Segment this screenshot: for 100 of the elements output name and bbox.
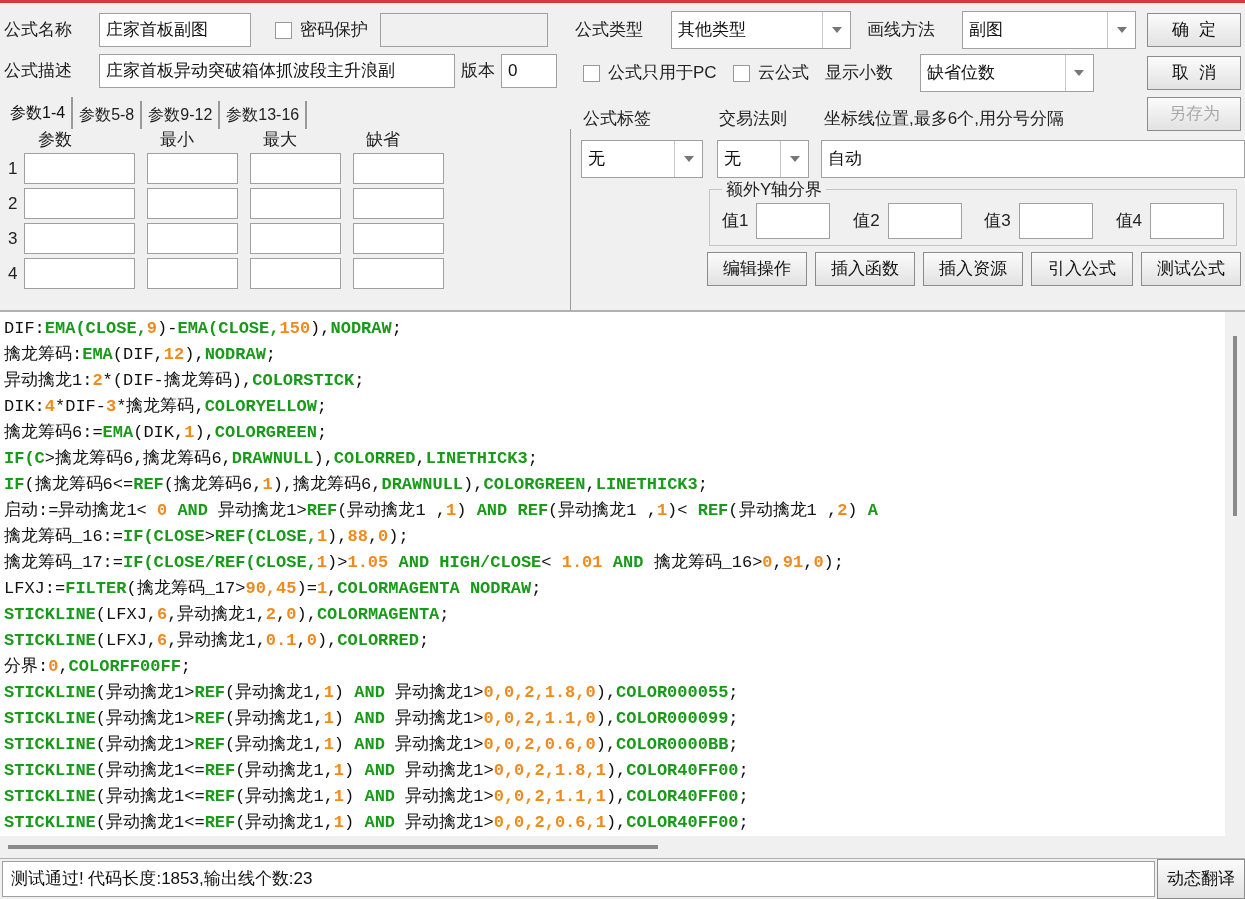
caret-icon [789, 156, 800, 162]
code-line: STICKLINE(异动擒龙1<=REF(异动擒龙1,1) AND 异动擒龙1>0,0,2,1.8,1),COLOR40FF00; [4, 760, 749, 782]
input-field[interactable]: 0 [501, 54, 557, 88]
dropdown[interactable]: 其他类型 [671, 11, 851, 49]
code-line: STICKLINE(异动擒龙1<=REF(异动擒龙1,1) AND 异动擒龙1>0,0,2,1.1,1),COLOR40FF00; [4, 786, 749, 808]
field-label: 画线方法 [867, 19, 936, 42]
horizontal-scrollbar[interactable] [0, 836, 1245, 858]
field-label: 值1 [722, 209, 749, 232]
code-line: DIF:EMA(CLOSE,9)-EMA(CLOSE,150),NODRAW; [4, 318, 402, 340]
field-label: 公式类型 [575, 19, 644, 42]
input-field[interactable] [353, 188, 444, 219]
input-field[interactable] [147, 153, 238, 184]
caret-icon [831, 27, 842, 33]
code-line: 擒龙筹码:EMA(DIF,12),NODRAW; [4, 344, 277, 366]
input-field[interactable] [1150, 202, 1224, 239]
row-number: 1 [8, 157, 19, 180]
input-field[interactable]: 自动 [821, 140, 1245, 178]
vertical-scrollbar[interactable] [1225, 312, 1245, 836]
column-header: 最小 [160, 129, 195, 151]
row-number: 3 [8, 227, 19, 250]
field-label: 密码保护 [300, 19, 368, 42]
dropdown[interactable]: 无 [717, 140, 809, 178]
code-line: STICKLINE(LFXJ,6,异动擒龙1,0.1,0),COLORRED; [4, 630, 430, 652]
field-label: 交易法则 [719, 107, 788, 130]
column-header: 缺省 [366, 129, 401, 151]
code-line: STICKLINE(异动擒龙1<=REF(异动擒龙1,1) AND 异动擒龙1>0,0,2,0.6,1),COLOR40FF00; [4, 812, 749, 834]
field-label: 值3 [984, 209, 1011, 232]
field-label: 坐标线位置,最多6个,用分号分隔 [824, 107, 1064, 130]
checkbox[interactable] [275, 21, 292, 39]
field-label: 显示小数 [824, 62, 894, 85]
input-field[interactable] [147, 188, 238, 219]
tab[interactable]: 参数13-16 [220, 101, 308, 129]
button[interactable]: 测试公式 [1141, 251, 1241, 286]
caret-icon [683, 156, 694, 162]
group-title: 额外Y轴分界 [725, 179, 824, 201]
code-line: 启动:=异动擒龙1< 0 AND 异动擒龙1>REF(异动擒龙1 ,1) AND REF(异动擒龙1 ,1)< REF(异动擒龙1 ,2) A [4, 499, 878, 522]
button[interactable]: 确 定 [1147, 13, 1241, 47]
field-label: 云公式 [757, 62, 809, 85]
field-label: 公式标签 [583, 107, 652, 130]
field-label: 公式只用于PC [608, 62, 717, 85]
field-label: 版本 [461, 60, 495, 83]
code-line: IF(C>擒龙筹码6,擒龙筹码6,DRAWNULL),COLORRED,LINETHICK3; [4, 448, 538, 470]
input-field[interactable] [250, 223, 341, 254]
caret-icon [1116, 27, 1127, 33]
caret-icon [1074, 70, 1085, 76]
code-line: 擒龙筹码_17:=IF(CLOSE/REF(CLOSE,1)>1.05 AND HIGH/CLOSE< 1.01 AND 擒龙筹码_16>0,91,0); [4, 552, 844, 574]
code-line: STICKLINE(异动擒龙1>REF(异动擒龙1,1) AND 异动擒龙1>0,0,2,1.1,0),COLOR000099; [4, 708, 739, 730]
tab[interactable]: 参数5-8 [73, 101, 143, 129]
status-message: 测试通过! 代码长度:1853,输出线个数:23 [2, 861, 1155, 897]
button[interactable]: 插入函数 [815, 251, 915, 286]
input-field[interactable] [147, 223, 238, 254]
checkbox[interactable] [583, 64, 600, 82]
code-line: 擒龙筹码_16:=IF(CLOSE>REF(CLOSE,1),88,0); [4, 526, 409, 548]
field-label: 值2 [853, 209, 880, 232]
input-field[interactable] [353, 153, 444, 184]
input-field[interactable]: 庄家首板副图 [99, 13, 251, 47]
input-field[interactable] [353, 223, 444, 254]
button[interactable]: 插入资源 [923, 251, 1023, 286]
input-field[interactable] [250, 258, 341, 289]
tab[interactable]: 参数9-12 [142, 101, 221, 129]
code-line: STICKLINE(异动擒龙1>REF(异动擒龙1,1) AND 异动擒龙1>0,0,2,1.8,0),COLOR000055; [4, 682, 739, 704]
input-field[interactable] [24, 258, 135, 289]
button[interactable]: 引入公式 [1031, 251, 1133, 286]
input-field[interactable] [24, 223, 135, 254]
field-label: 公式描述 [4, 60, 73, 83]
row-number: 2 [8, 192, 19, 215]
code-line: IF(擒龙筹码6<=REF(擒龙筹码6,1),擒龙筹码6,DRAWNULL),COLORGREEN,LINETHICK3; [4, 474, 708, 496]
row-number: 4 [8, 262, 19, 285]
code-editor[interactable] [0, 310, 1245, 858]
code-line: STICKLINE(LFXJ,6,异动擒龙1,2,0),COLORMAGENTA; [4, 604, 450, 626]
code-line: DIK:4*DIF-3*擒龙筹码,COLORYELLOW; [4, 396, 328, 418]
input-field[interactable] [250, 188, 341, 219]
column-header: 参数 [38, 129, 73, 151]
input-field[interactable] [1018, 202, 1093, 239]
field-label: 公式名称 [4, 19, 73, 42]
input-field[interactable] [353, 258, 444, 289]
code-line: STICKLINE(异动擒龙1>REF(异动擒龙1,1) AND 异动擒龙1>0,0,2,0.6,0),COLOR0000BB; [4, 734, 739, 756]
input-field[interactable] [250, 153, 341, 184]
input-field[interactable]: 庄家首板异动突破箱体抓波段主升浪副 [99, 54, 455, 88]
dropdown[interactable]: 无 [581, 140, 703, 178]
input-field[interactable] [24, 188, 135, 219]
code-line: 分界:0,COLORFF00FF; [4, 656, 192, 678]
button[interactable]: 动态翻译 [1157, 859, 1245, 899]
scrollbar-thumb[interactable] [8, 845, 658, 849]
button[interactable]: 取 消 [1147, 56, 1241, 90]
input-field[interactable] [147, 258, 238, 289]
dropdown[interactable]: 副图 [962, 11, 1136, 49]
checkbox[interactable] [732, 64, 750, 82]
field-label: 值4 [1115, 209, 1142, 232]
input-field[interactable] [887, 202, 962, 239]
button[interactable]: 编辑操作 [707, 251, 807, 286]
password-field[interactable] [380, 13, 548, 47]
code-line: 擒龙筹码6:=EMA(DIK,1),COLORGREEN; [4, 422, 328, 444]
code-line: LFXJ:=FILTER(擒龙筹码_17>90,45)=1,COLORMAGENTA NODRAW; [4, 578, 542, 600]
column-header: 最大 [263, 129, 298, 151]
dropdown[interactable]: 缺省位数 [919, 54, 1094, 92]
input-field[interactable] [24, 153, 135, 184]
input-field[interactable] [756, 202, 831, 239]
code-line: 异动擒龙1:2*(DIF-擒龙筹码),COLORSTICK; [4, 370, 365, 392]
scrollbar-thumb[interactable] [1233, 336, 1237, 516]
